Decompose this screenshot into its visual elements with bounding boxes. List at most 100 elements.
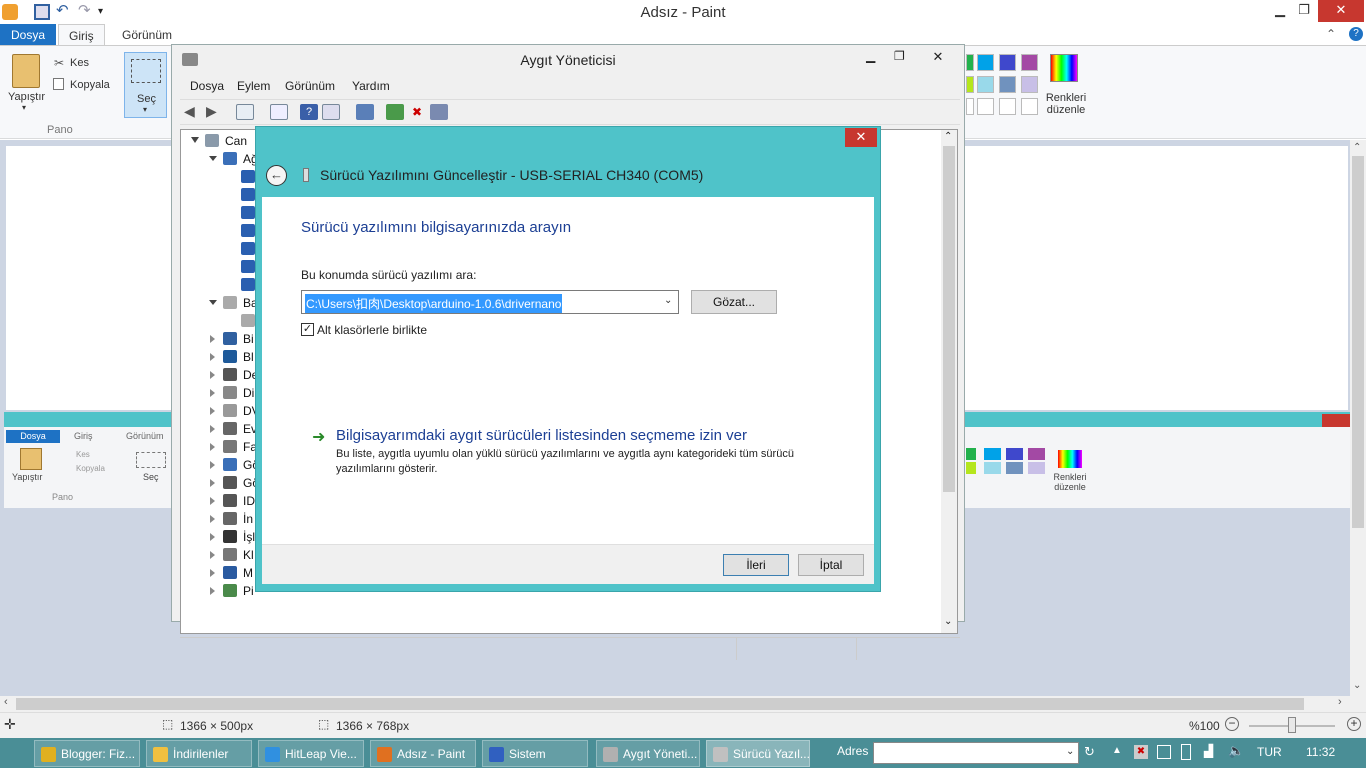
color-swatch[interactable] — [977, 98, 994, 115]
color-swatch[interactable] — [999, 54, 1016, 71]
color-swatch[interactable] — [1021, 54, 1038, 71]
paste-button[interactable]: Yapıştır — [8, 91, 45, 103]
scroll-right-icon[interactable]: › — [1338, 696, 1342, 708]
taskbar-item[interactable]: Sürücü Yazıl... — [706, 740, 810, 767]
expand-icon[interactable] — [210, 587, 215, 595]
tree-scroll-down-icon[interactable]: ⌄ — [944, 616, 952, 627]
color-swatch[interactable] — [966, 76, 974, 93]
uninstall-device-icon[interactable]: ✖ — [408, 104, 426, 120]
dialog-close-button[interactable]: ✕ — [845, 128, 877, 147]
color-swatch[interactable] — [966, 98, 974, 115]
include-subfolders-label[interactable]: Alt klasörlerle birlikte — [317, 323, 427, 337]
expand-icon[interactable] — [210, 371, 215, 379]
canvas-vertical-scrollbar[interactable]: ⌃ ⌄ — [1350, 140, 1366, 696]
expand-icon[interactable] — [210, 479, 215, 487]
network-adapter-icon[interactable] — [241, 260, 255, 273]
next-button[interactable]: İleri — [723, 554, 789, 576]
wifi-signal-icon[interactable]: ▟ — [1204, 744, 1213, 758]
taskbar-item[interactable]: Adsız - Paint — [370, 740, 476, 767]
expand-icon[interactable] — [210, 551, 215, 559]
back-icon[interactable]: ◀ — [184, 104, 202, 120]
clock[interactable]: 11:32 — [1306, 745, 1335, 759]
expand-icon[interactable] — [210, 515, 215, 523]
include-subfolders-checkbox[interactable]: ✓ — [301, 323, 314, 336]
usb-port-icon[interactable] — [241, 314, 255, 327]
color-swatch[interactable] — [999, 76, 1016, 93]
help-book-icon[interactable]: ? — [300, 104, 318, 120]
dm-menu-help[interactable]: Yardım — [352, 79, 390, 93]
dm-maximize-button[interactable]: ❐ — [894, 49, 905, 63]
color-swatch[interactable] — [1021, 98, 1038, 115]
browse-button[interactable]: Gözat... — [691, 290, 777, 314]
zoom-in-button[interactable]: + — [1347, 717, 1361, 731]
cut-button[interactable]: Kes — [70, 57, 89, 69]
expand-icon[interactable] — [210, 497, 215, 505]
tree-scroll-up-icon[interactable]: ⌃ — [944, 131, 952, 142]
expand-icon[interactable] — [210, 569, 215, 577]
back-arrow-icon[interactable]: ← — [266, 165, 287, 186]
expand-icon[interactable] — [210, 533, 215, 541]
cancel-button[interactable]: İptal — [798, 554, 864, 576]
dm-close-button[interactable]: ✕ — [918, 47, 958, 67]
color-swatch[interactable] — [977, 76, 994, 93]
forward-icon[interactable]: ▶ — [206, 104, 224, 120]
network-adapter-icon[interactable] — [241, 242, 255, 255]
tray-overflow-icon[interactable]: ▲ — [1112, 745, 1122, 756]
expand-icon[interactable] — [210, 389, 215, 397]
scroll-down-icon[interactable]: ⌄ — [1353, 680, 1361, 691]
address-input[interactable]: ⌄ — [873, 742, 1079, 764]
collapse-icon[interactable] — [209, 156, 217, 161]
volume-icon[interactable]: 🔈 — [1228, 743, 1244, 759]
network-adapter-icon[interactable] — [241, 170, 255, 183]
horizontal-scroll-thumb[interactable] — [16, 698, 1304, 710]
address-dropdown-icon[interactable]: ⌄ — [1066, 746, 1074, 757]
tab-home[interactable]: Giriş — [58, 24, 105, 46]
tab-file[interactable]: Dosya — [0, 24, 56, 46]
network-adapter-warning-icon[interactable] — [241, 278, 255, 291]
battery-icon[interactable] — [1181, 744, 1191, 760]
ribbon-collapse-icon[interactable]: ⌃ — [1326, 27, 1336, 41]
driver-path-combobox[interactable]: C:\Users\扣肉\Desktop\arduino-1.0.6\driver… — [301, 290, 679, 314]
list-view-icon[interactable] — [270, 104, 288, 120]
properties-panel-icon[interactable] — [236, 104, 254, 120]
vertical-scroll-thumb[interactable] — [1352, 156, 1364, 528]
color-swatch[interactable] — [977, 54, 994, 71]
taskbar-item[interactable]: Blogger: Fiz... — [34, 740, 140, 767]
taskbar-item[interactable]: İndirilenler — [146, 740, 252, 767]
taskbar-item[interactable]: HitLeap Vie... — [258, 740, 364, 767]
refresh-icon[interactable]: ↻ — [1084, 744, 1095, 760]
green-arrow-icon[interactable]: ➜ — [312, 427, 325, 447]
scroll-up-icon[interactable]: ⌃ — [1353, 142, 1361, 153]
expand-icon[interactable] — [210, 461, 215, 469]
help-icon[interactable]: ? — [1349, 27, 1363, 41]
color-swatch[interactable] — [1021, 76, 1038, 93]
network-error-icon[interactable]: ✖ — [1134, 745, 1148, 759]
tree-scrollbar[interactable]: ⌃ ⌄ — [941, 130, 957, 633]
zoom-slider-thumb[interactable] — [1288, 717, 1296, 733]
expand-icon[interactable] — [210, 335, 215, 343]
taskbar-item[interactable]: Sistem — [482, 740, 588, 767]
path-dropdown-icon[interactable]: ⌄ — [664, 295, 672, 306]
color-swatch[interactable] — [999, 98, 1016, 115]
tab-view[interactable]: Görünüm — [112, 24, 182, 46]
paint-close-button[interactable]: ✕ — [1318, 0, 1364, 22]
driver-path-value[interactable]: C:\Users\扣肉\Desktop\arduino-1.0.6\driver… — [305, 294, 563, 313]
scroll-left-icon[interactable]: ‹ — [4, 696, 8, 708]
collapse-icon[interactable] — [209, 300, 217, 305]
paint-maximize-button[interactable]: ❐ — [1290, 0, 1318, 22]
tree-scroll-thumb[interactable] — [943, 146, 955, 492]
copy-button[interactable]: Kopyala — [70, 79, 110, 91]
pick-from-list-link[interactable]: Bilgisayarımdaki aygıt sürücüleri listes… — [336, 427, 747, 444]
paste-icon[interactable] — [12, 54, 40, 88]
expand-icon[interactable] — [210, 425, 215, 433]
paste-dropdown-icon[interactable]: ▾ — [22, 103, 26, 112]
show-hidden-icon[interactable] — [322, 104, 340, 120]
color-swatch[interactable] — [966, 54, 974, 71]
taskbar-item[interactable]: Aygıt Yöneti... — [596, 740, 700, 767]
expand-icon[interactable] — [210, 443, 215, 451]
canvas-horizontal-scrollbar[interactable]: ‹ › — [0, 696, 1366, 712]
collapse-icon[interactable] — [191, 137, 199, 143]
update-driver-icon[interactable] — [386, 104, 404, 120]
expand-icon[interactable] — [210, 407, 215, 415]
dm-menu-view[interactable]: Görünüm — [285, 79, 335, 93]
